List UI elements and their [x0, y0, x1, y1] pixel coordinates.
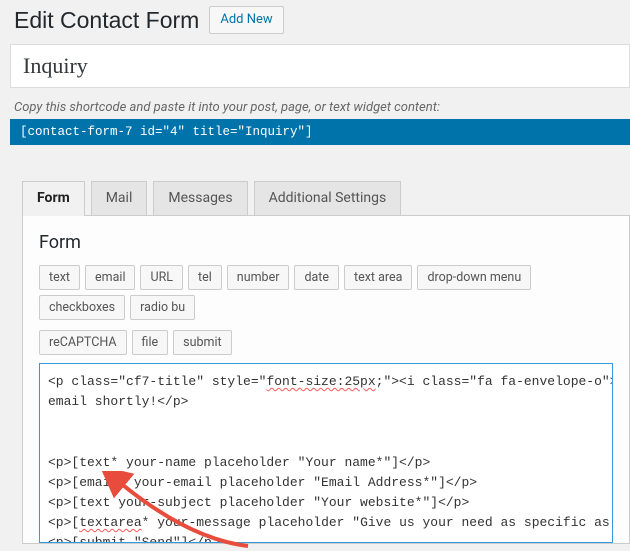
form-title-wrap: [10, 44, 630, 88]
tag-btn-tel[interactable]: tel: [188, 265, 222, 290]
shortcode-note: Copy this shortcode and paste it into yo…: [14, 100, 630, 115]
tag-btn-drop-down-menu[interactable]: drop-down menu: [417, 265, 531, 290]
tag-btn-url[interactable]: URL: [140, 265, 183, 290]
tab-messages[interactable]: Messages: [153, 181, 247, 216]
tag-btn-text-area[interactable]: text area: [344, 265, 412, 290]
tag-buttons: textemailURLtelnumberdatetext areadrop-d…: [39, 265, 613, 355]
tag-btn-number[interactable]: number: [227, 265, 290, 290]
tabs: Form Mail Messages Additional Settings: [22, 181, 630, 216]
tab-additional-settings[interactable]: Additional Settings: [254, 181, 402, 216]
tag-btn-email[interactable]: email: [85, 265, 135, 290]
tab-form[interactable]: Form: [22, 181, 85, 216]
tag-btn-text[interactable]: text: [39, 265, 80, 290]
form-title-input[interactable]: [23, 53, 617, 79]
panel-title: Form: [39, 232, 613, 253]
add-new-button[interactable]: Add New: [209, 6, 283, 34]
tag-btn-submit[interactable]: submit: [173, 330, 231, 355]
tag-btn-radio-bu[interactable]: radio bu: [130, 295, 195, 320]
tag-btn-checkboxes[interactable]: checkboxes: [39, 295, 125, 320]
tag-btn-file[interactable]: file: [132, 330, 169, 355]
tag-btn-date[interactable]: date: [294, 265, 339, 290]
tag-btn-recaptcha[interactable]: reCAPTCHA: [39, 330, 127, 355]
form-template-textarea[interactable]: <p class="cf7-title" style="font-size:25…: [39, 363, 613, 543]
form-panel: Form textemailURLtelnumberdatetext aread…: [22, 215, 630, 544]
tab-mail[interactable]: Mail: [91, 181, 148, 216]
page-title: Edit Contact Form: [14, 7, 199, 34]
shortcode-value[interactable]: [contact-form-7 id="4" title="Inquiry"]: [10, 119, 630, 145]
